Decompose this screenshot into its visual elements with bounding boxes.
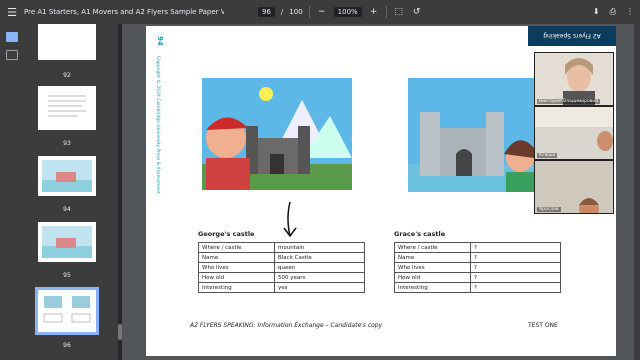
rotate-icon[interactable]: ↺ <box>411 7 423 17</box>
participant-name: Виктория Владимировна <box>537 99 601 104</box>
thumbnail-number: 96 <box>63 342 71 349</box>
page-number-label: 94 <box>156 36 164 46</box>
document-title: Pre A1 Starters, A1 Movers and A2 Flyers… <box>24 8 224 16</box>
info-table: Where / castle? Name? Who lives? How old… <box>394 242 561 293</box>
video-tile[interactable]: Ксюша <box>534 106 614 160</box>
zoom-in-button[interactable]: + <box>368 7 380 17</box>
thumbnail-page-selected[interactable] <box>35 287 99 335</box>
toolbar-right: ⬇ ⎙ ⋮ <box>593 7 634 17</box>
download-icon[interactable]: ⬇ <box>593 7 600 17</box>
page-number-input[interactable]: 96 <box>258 7 275 17</box>
table-row: Interesting? <box>394 282 561 293</box>
toolbar-center: 96 / 100 − 100% + ⬚ ↺ <box>258 6 423 18</box>
thumbnail-picture <box>42 160 92 192</box>
divider <box>385 6 387 18</box>
george-castle-table: George's castle Where / castle mountain N… <box>198 230 365 293</box>
row-value: ? <box>470 282 561 293</box>
pdf-toolbar: ☰ Pre A1 Starters, A1 Movers and A2 Flye… <box>0 0 640 24</box>
print-icon[interactable]: ⎙ <box>610 7 616 17</box>
thumbnail-number: 92 <box>63 72 71 79</box>
table-row: Where / castle? <box>394 242 561 253</box>
outline-view-icon[interactable] <box>6 50 18 60</box>
table-row: How old 500 years <box>198 272 365 283</box>
page-footer-title: A2 FLYERS SPEAKING: Information Exchange… <box>190 322 383 329</box>
row-label: Who lives <box>394 262 471 273</box>
table-row: Name? <box>394 252 561 263</box>
row-value: mountain <box>274 242 365 253</box>
menu-icon[interactable]: ☰ <box>0 6 24 19</box>
row-value: ? <box>470 252 561 263</box>
row-label: Name <box>198 252 275 263</box>
page-scrollbar[interactable] <box>634 24 640 360</box>
info-table: Where / castle mountain Name Black Castle … <box>198 242 365 293</box>
row-value: queen <box>274 262 365 273</box>
row-label: Interesting <box>394 282 471 293</box>
section-banner: A2 Flyers Speaking <box>528 26 616 46</box>
table-row: Who lives queen <box>198 262 365 273</box>
table-title: Grace's castle <box>394 230 446 238</box>
video-tile[interactable]: Виктория Владимировна <box>534 52 614 106</box>
thumbnail-page[interactable] <box>38 222 96 262</box>
sidebar-rail <box>0 24 24 360</box>
thumbnail-number: 94 <box>63 206 71 213</box>
thumbnail-text-lines <box>48 95 86 117</box>
zoom-out-button[interactable]: − <box>316 7 328 17</box>
thumbnail-page[interactable] <box>38 24 96 60</box>
thumbnail-panel: 92 93 94 95 96 <box>24 24 118 360</box>
grace-castle-table: Grace's castle Where / castle? Name? Who… <box>394 230 561 293</box>
table-row: How old? <box>394 272 561 283</box>
participant-name: Ксюша <box>537 153 558 158</box>
row-value: ? <box>470 242 561 253</box>
zoom-input[interactable]: 100% <box>333 7 362 17</box>
thumbnail-picture <box>42 226 92 258</box>
page-separator: / <box>280 8 284 16</box>
row-label: How old <box>198 272 275 283</box>
row-value: ? <box>470 262 561 273</box>
page-total: 100 <box>289 8 303 16</box>
row-value: ? <box>470 272 561 283</box>
row-label: Interesting <box>198 282 275 293</box>
row-value: yes <box>274 282 365 293</box>
more-options-icon[interactable]: ⋮ <box>626 7 634 17</box>
table-row: Interesting yes <box>198 282 365 293</box>
row-label: How old <box>394 272 471 283</box>
thumbnail-page[interactable] <box>38 156 96 196</box>
row-value: 500 years <box>274 272 365 283</box>
video-tile[interactable]: Ярослав <box>534 160 614 214</box>
george-castle-illustration <box>202 78 352 190</box>
table-title: George's castle <box>198 230 255 238</box>
table-row: Where / castle mountain <box>198 242 365 253</box>
thumbnail-number: 95 <box>63 272 71 279</box>
fit-page-icon[interactable]: ⬚ <box>393 7 405 17</box>
row-label: Where / castle <box>198 242 275 253</box>
thumbnail-picture <box>43 296 91 323</box>
participant-name: Ярослав <box>537 207 561 212</box>
row-label: Name <box>394 252 471 263</box>
row-value: Black Castle <box>274 252 365 263</box>
table-row: Who lives? <box>394 262 561 273</box>
thumbnails-view-icon[interactable] <box>6 32 18 42</box>
copyright-text: Copyright © 2024 Cambridge University Pr… <box>155 56 160 194</box>
row-label: Who lives <box>198 262 275 273</box>
table-row: Name Black Castle <box>198 252 365 263</box>
page-footer-test: TEST ONE <box>528 322 558 329</box>
thumbnail-number: 93 <box>63 140 71 147</box>
thumbnail-page[interactable] <box>38 86 96 130</box>
divider <box>308 6 310 18</box>
row-label: Where / castle <box>394 242 471 253</box>
grace-castle-illustration <box>408 78 534 192</box>
